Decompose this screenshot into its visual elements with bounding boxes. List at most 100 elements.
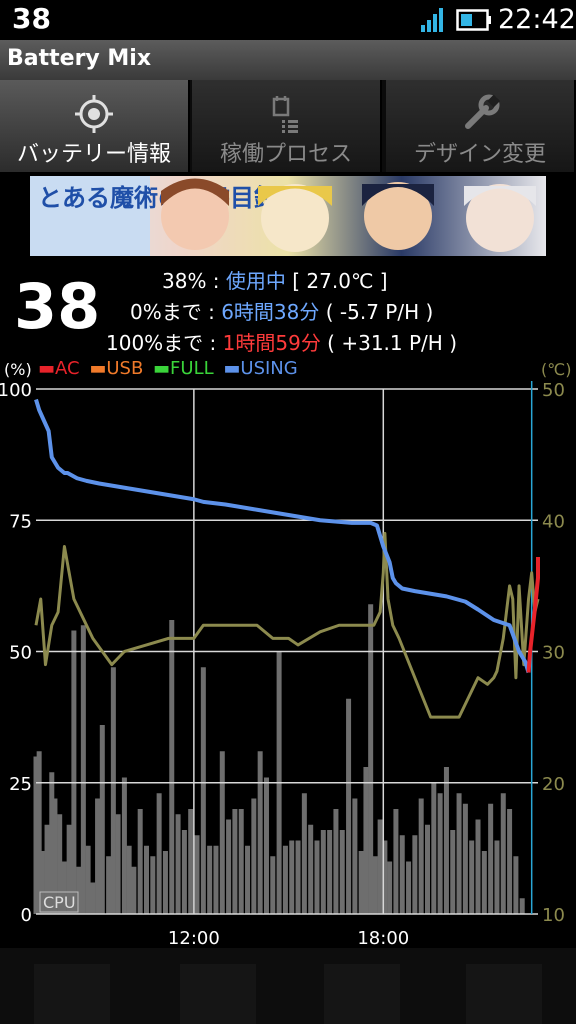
cpu-bar (393, 809, 399, 914)
time-to-empty-label: 0%まで (130, 300, 202, 324)
cpu-bar (412, 835, 418, 914)
cpu-bar (363, 767, 369, 914)
y-right-tick-label: 50 (542, 380, 565, 401)
cpu-bar (194, 835, 200, 914)
tab-running-processes[interactable]: 稼働プロセス (192, 80, 382, 172)
battery-history-chart[interactable]: 100 50 75 40 50 30 25 20 0 10 12:00 18:00 (%) (℃) CPU (0, 352, 576, 948)
nav-menu-button[interactable] (466, 964, 542, 1024)
cpu-label: CPU (43, 893, 76, 912)
cpu-bar (106, 856, 112, 914)
cpu-bar (263, 777, 269, 914)
cpu-bar (121, 777, 127, 914)
cpu-bar (372, 856, 378, 914)
y-left-tick-label: 75 (9, 511, 32, 532)
cpu-bar (327, 830, 333, 914)
tab-label: デザイン変更 (413, 142, 546, 167)
nav-recent-button[interactable] (324, 964, 400, 1024)
cpu-bar (126, 845, 132, 914)
y-right-tick-label: 30 (542, 643, 565, 664)
cpu-bar (399, 835, 405, 914)
time-to-empty-row: 0%まで : 6時間38分 ( -5.7 P/H ) (130, 296, 433, 325)
cpu-bar (507, 809, 513, 914)
cpu-bar (150, 856, 156, 914)
cpu-bar (257, 751, 263, 914)
cpu-bar (200, 667, 206, 914)
cpu-bar (513, 856, 519, 914)
cpu-bar (207, 845, 213, 914)
y-left-tick-label: 25 (9, 774, 32, 795)
cpu-bar (110, 667, 116, 914)
cpu-bar (289, 840, 295, 914)
cpu-bar (333, 809, 339, 914)
tab-battery-info[interactable]: バッテリー情報 (0, 80, 190, 172)
cpu-bar (115, 814, 121, 914)
cpu-bar (295, 840, 301, 914)
y-left-tick-label: 0 (21, 905, 32, 926)
process-list-icon (192, 92, 380, 136)
cpu-bar (162, 851, 168, 914)
battery-icon (456, 9, 492, 35)
cpu-bar (314, 840, 320, 914)
cpu-bar (494, 840, 500, 914)
tab-design-change[interactable]: デザイン変更 (386, 80, 576, 172)
banner-artwork-icon: とある魔術の禁書目録 (30, 176, 536, 256)
y-right-axis-label: (℃) (541, 360, 571, 379)
nav-back-button[interactable] (34, 964, 110, 1024)
tab-label: バッテリー情報 (16, 142, 171, 167)
cpu-bar (377, 819, 383, 914)
cpu-bar (488, 803, 494, 914)
y-right-tick-label: 40 (542, 511, 565, 532)
battery-summary-row: 38% : 使用中 [ 27.0℃ ] (162, 265, 388, 294)
x-tick-label: 12:00 (168, 928, 220, 948)
cpu-bar (339, 830, 345, 914)
y-right-tick-label: 20 (542, 774, 565, 795)
cpu-bar (500, 793, 506, 914)
cpu-bar (95, 798, 101, 914)
cpu-bar (352, 798, 358, 914)
cpu-bar (282, 845, 288, 914)
battery-percent: 38% (162, 269, 207, 293)
cpu-bar (418, 798, 424, 914)
y-left-axis-label: (%) (4, 360, 32, 379)
gps-target-icon (0, 92, 188, 136)
separator: : (201, 300, 222, 324)
cpu-bar (443, 767, 449, 914)
status-battery-level: 38 (12, 2, 51, 35)
cpu-bar (71, 630, 77, 914)
separator: : (206, 269, 226, 293)
tab-bar: バッテリー情報 稼働プロセス デザイン変更 (0, 80, 576, 172)
cpu-bar (76, 866, 82, 914)
cpu-bar (431, 782, 437, 914)
cpu-bar (251, 798, 257, 914)
cpu-bar (387, 861, 393, 914)
cpu-bar (169, 620, 175, 914)
discharge-rate: ( -5.7 P/H ) (319, 300, 434, 324)
status-clock: 22:42 (498, 4, 576, 35)
cpu-bar (219, 751, 225, 914)
nav-home-button[interactable] (180, 964, 256, 1024)
banner-logo: とある魔術の禁書目録 (38, 183, 279, 212)
battery-using-line (34, 398, 531, 674)
cpu-bar (519, 898, 525, 914)
cpu-bar (131, 866, 137, 914)
cpu-bar (188, 809, 194, 914)
cpu-bar (213, 845, 219, 914)
cpu-bar (80, 625, 86, 914)
cpu-bar (301, 793, 307, 914)
y-left-tick-label: 50 (9, 643, 32, 664)
cpu-bar (245, 845, 251, 914)
charge-state: 使用中 (225, 269, 286, 293)
cpu-bar (469, 840, 475, 914)
banner-ad[interactable]: とある魔術の禁書目録 (30, 176, 546, 256)
cpu-bar (232, 809, 238, 914)
battery-level-large: 38 (14, 270, 101, 343)
cpu-bar (346, 698, 352, 914)
wrench-icon (386, 92, 574, 136)
cpu-bar (99, 725, 105, 914)
cpu-bar (308, 824, 314, 914)
cpu-bar (144, 845, 150, 914)
signal-strength-icon (420, 8, 444, 36)
bottom-navigation (0, 948, 576, 1024)
battery-temperature: [ 27.0℃ ] (292, 269, 388, 293)
cpu-bar (406, 861, 412, 914)
